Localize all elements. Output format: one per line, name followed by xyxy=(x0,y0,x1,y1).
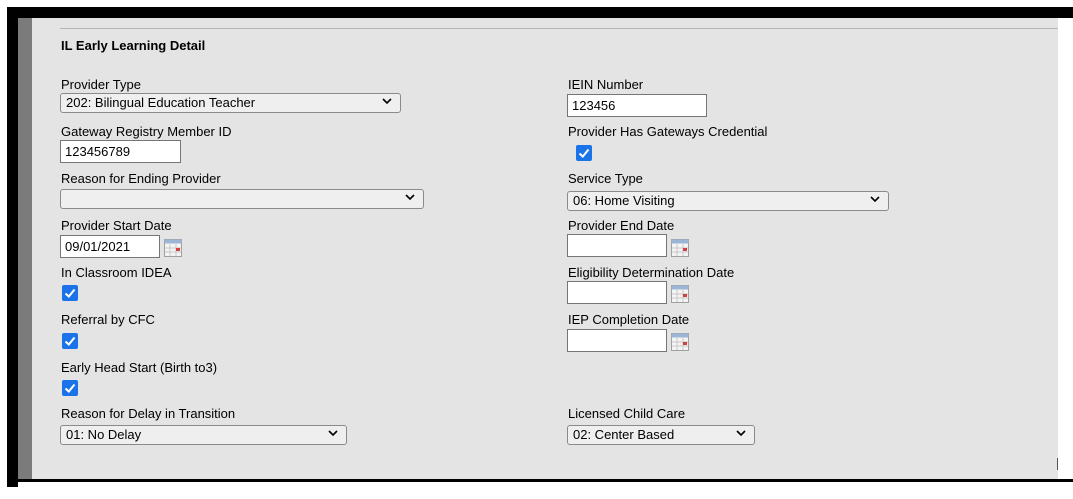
left-sidebar-bar xyxy=(18,18,32,479)
gateway-id-input[interactable]: 123456789 xyxy=(60,140,181,163)
licensed-child-care-label: Licensed Child Care xyxy=(568,406,686,421)
iein-number-input[interactable]: 123456 xyxy=(567,94,707,117)
calendar-icon[interactable] xyxy=(671,285,689,303)
checkmark-icon xyxy=(64,383,76,393)
gateways-credential-label: Provider Has Gateways Credential xyxy=(568,124,768,139)
iep-completion-date-label: IEP Completion Date xyxy=(568,312,690,327)
frame-border-bottom xyxy=(7,479,1073,482)
reason-ending-select[interactable] xyxy=(60,189,424,209)
referral-cfc-label: Referral by CFC xyxy=(61,312,155,327)
checkmark-icon xyxy=(64,288,76,298)
end-date-label: Provider End Date xyxy=(568,218,675,233)
chevron-down-icon xyxy=(405,190,415,208)
provider-type-label: Provider Type xyxy=(61,77,141,92)
gateway-id-label: Gateway Registry Member ID xyxy=(61,124,232,139)
eligibility-date-input[interactable] xyxy=(567,281,667,304)
frame-border-left xyxy=(7,7,18,487)
early-head-start-label: Early Head Start (Birth to3) xyxy=(61,360,218,375)
section-title: IL Early Learning Detail xyxy=(61,38,206,53)
reason-delay-select[interactable]: 01: No Delay xyxy=(60,425,347,445)
licensed-child-care-value: 02: Center Based xyxy=(573,427,675,442)
window-frame: IL Early Learning Detail Provider Type 2… xyxy=(0,0,1073,499)
chevron-down-icon xyxy=(870,192,880,210)
start-date-input[interactable]: 09/01/2021 xyxy=(60,235,160,258)
referral-cfc-checkbox[interactable] xyxy=(62,333,78,349)
early-head-start-checkbox[interactable] xyxy=(62,380,78,396)
in-classroom-idea-checkbox[interactable] xyxy=(62,285,78,301)
gateways-credential-checkbox[interactable] xyxy=(576,145,592,161)
service-type-select[interactable]: 06: Home Visiting xyxy=(567,191,889,211)
iein-number-label: IEIN Number xyxy=(568,77,644,92)
reason-delay-label: Reason for Delay in Transition xyxy=(61,406,236,421)
reason-delay-value: 01: No Delay xyxy=(66,427,142,442)
calendar-icon[interactable] xyxy=(671,239,689,257)
licensed-child-care-select[interactable]: 02: Center Based xyxy=(567,425,755,445)
reason-ending-label: Reason for Ending Provider xyxy=(61,171,221,186)
provider-type-value: 202: Bilingual Education Teacher xyxy=(66,95,256,110)
chevron-down-icon xyxy=(736,426,746,444)
checkmark-icon xyxy=(64,336,76,346)
chevron-down-icon xyxy=(328,426,338,444)
service-type-label: Service Type xyxy=(568,171,643,186)
section-divider xyxy=(60,28,1058,29)
frame-border-top xyxy=(7,7,1073,18)
calendar-icon[interactable] xyxy=(164,239,182,257)
calendar-icon[interactable] xyxy=(671,333,689,351)
eligibility-date-label: Eligibility Determination Date xyxy=(568,265,735,280)
iep-completion-date-input[interactable] xyxy=(567,329,667,352)
chevron-down-icon xyxy=(382,94,392,112)
start-date-label: Provider Start Date xyxy=(61,218,172,233)
scroll-indicator xyxy=(1057,458,1058,470)
end-date-input[interactable] xyxy=(567,234,667,257)
in-classroom-idea-label: In Classroom IDEA xyxy=(61,265,172,280)
checkmark-icon xyxy=(578,148,590,158)
provider-type-select[interactable]: 202: Bilingual Education Teacher xyxy=(60,93,401,113)
service-type-value: 06: Home Visiting xyxy=(573,193,675,208)
